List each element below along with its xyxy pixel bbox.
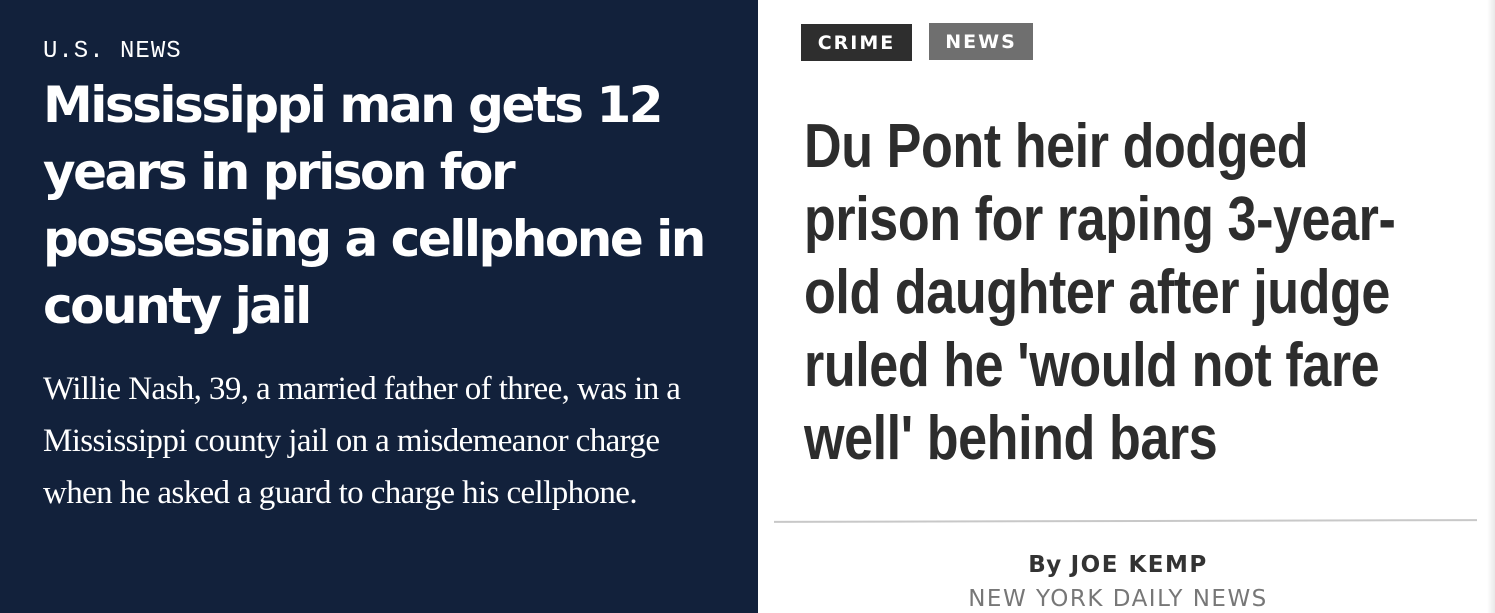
- left-article-summary: Willie Nash, 39, a married father of thr…: [43, 371, 681, 511]
- crime-tag[interactable]: CRIME: [801, 24, 912, 61]
- left-article-headline[interactable]: Mississippi man gets 12 years in prison …: [43, 72, 723, 340]
- byline-prefix: By: [1028, 552, 1062, 578]
- author-name[interactable]: JOE KEMP: [1071, 552, 1208, 578]
- news-tag[interactable]: NEWS: [929, 23, 1033, 60]
- byline: By JOE KEMP: [758, 552, 1478, 578]
- publication-source: NEW YORK DAILY NEWS: [968, 586, 1268, 612]
- right-article-panel: CRIME NEWS Du Pont heir dodged prison fo…: [758, 0, 1495, 613]
- right-article-headline[interactable]: Du Pont heir dodged prison for raping 3-…: [804, 110, 1451, 475]
- byline-divider: [773, 519, 1478, 523]
- left-article-panel: U.S. NEWS Mississippi man gets 12 years …: [0, 0, 758, 613]
- page-edge-shadow: [1487, 0, 1495, 613]
- section-label[interactable]: U.S. NEWS: [43, 38, 182, 65]
